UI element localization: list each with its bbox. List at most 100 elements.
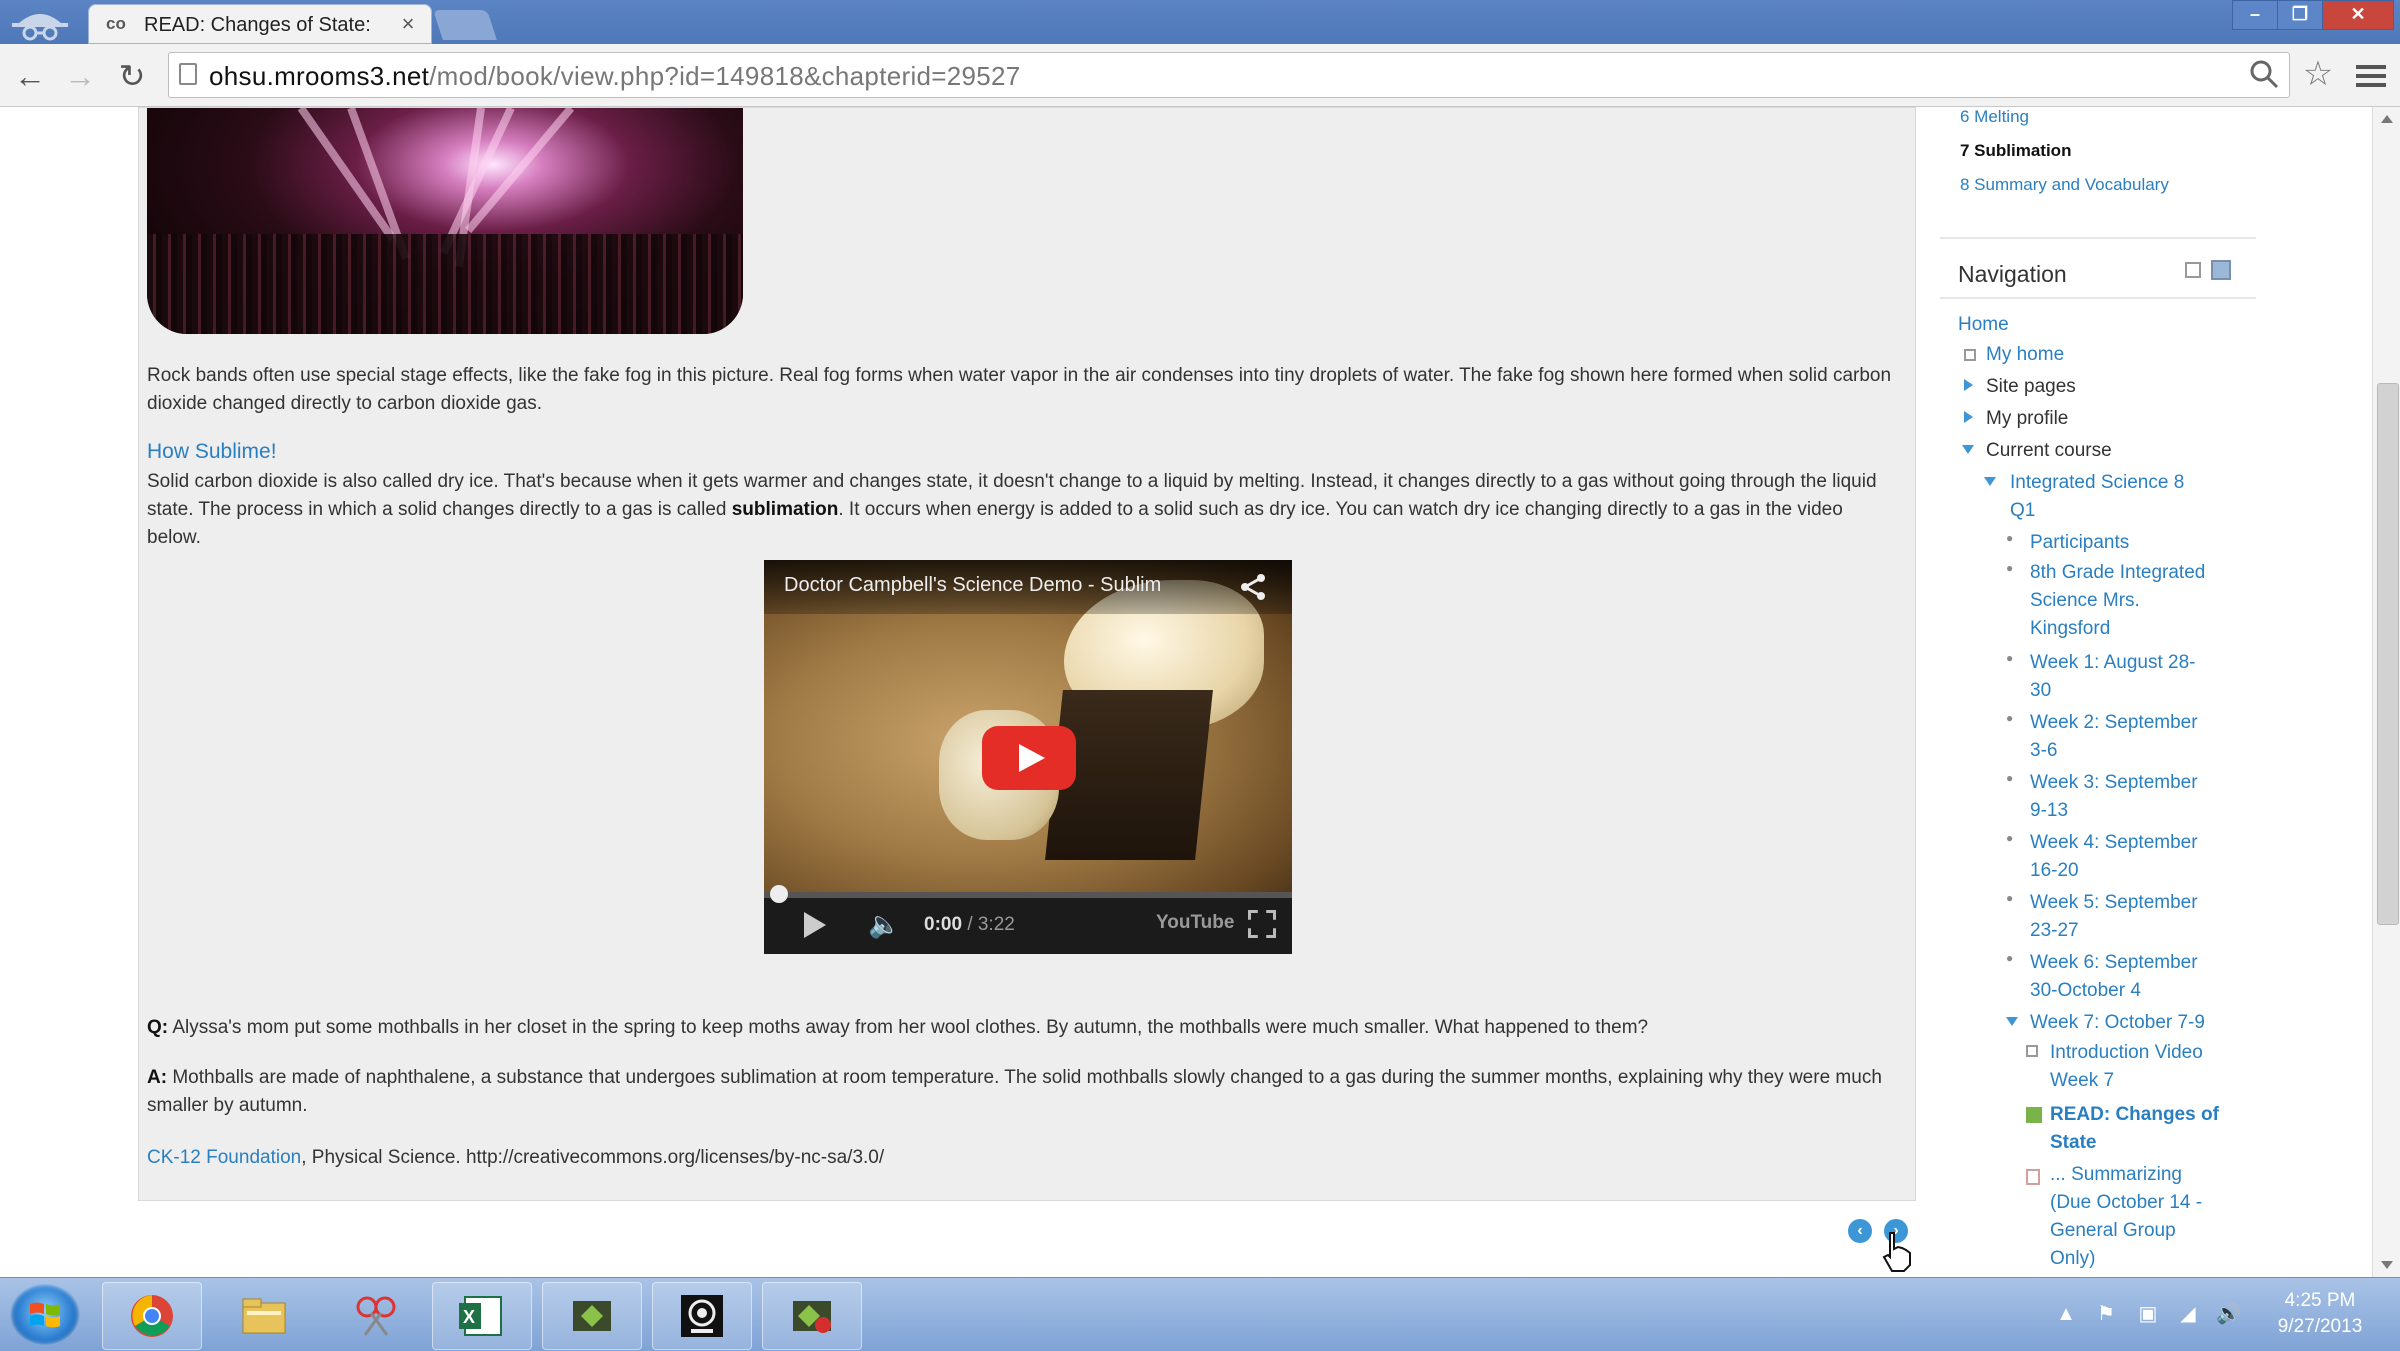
chrome-menu-icon[interactable] [2356, 60, 2386, 90]
nav-intro-video[interactable]: Introduction Video Week 7 [2050, 1039, 2203, 1095]
block-dock-icons[interactable] [2182, 259, 2238, 281]
video-progress-bar[interactable] [764, 885, 1292, 903]
forward-arrow-icon[interactable]: → [60, 56, 100, 96]
nav-current-course[interactable]: Current course [1986, 437, 2112, 465]
ck12-link[interactable]: CK-12 Foundation [147, 1147, 301, 1168]
address-bar[interactable]: ohsu.mrooms3.net/mod/book/view.php?id=14… [168, 52, 2290, 98]
browser-title-bar: co READ: Changes of State: 5 × – ❐ ✕ [0, 0, 2400, 44]
tab-read-changes-of-state[interactable]: co READ: Changes of State: 5 × [88, 4, 432, 44]
answer-text: A: Mothballs are made of naphthalene, a … [147, 1067, 1882, 1116]
video-time: 0:00 / 3:22 [924, 914, 1015, 935]
assignment-icon [2026, 1169, 2040, 1185]
toc-item-summary[interactable]: 8 Summary and Vocabulary [1960, 175, 2169, 195]
tab-title: READ: Changes of State: 5 [144, 14, 374, 36]
nav-read-changes-of-state[interactable]: READ: Changes of State [2050, 1101, 2219, 1157]
incognito-icon [12, 14, 68, 41]
nav-week-7[interactable]: Week 7: October 7-9 [2030, 1009, 2205, 1037]
paragraph-dry-ice: Solid carbon dioxide is also called dry … [147, 471, 1877, 548]
video-resource-icon [2026, 1045, 2038, 1057]
nav-site-pages[interactable]: Site pages [1986, 373, 2076, 401]
youtube-logo[interactable]: YouTube [1156, 912, 1234, 938]
book-icon [2026, 1107, 2042, 1123]
taskbar-snipping-tool[interactable] [326, 1282, 426, 1350]
nav-home[interactable]: Home [1958, 311, 2009, 339]
expand-arrow-icon[interactable] [1964, 379, 1973, 391]
book-content: Rock bands often use special stage effec… [138, 107, 1916, 1201]
taskbar-excel[interactable]: X [432, 1282, 532, 1350]
navigation-block: Navigation Home My home Site pages My pr… [1940, 237, 2256, 1269]
collapse-arrow-icon[interactable] [1984, 477, 1996, 486]
speaker-icon[interactable]: 🔊 [2216, 1302, 2241, 1326]
network-signal-icon[interactable]: ◢ [2176, 1302, 2200, 1326]
youtube-video-player[interactable]: Doctor Campbell's Science Demo - Sublim … [764, 560, 1292, 954]
toc-item-sublimation: 7 Sublimation [1960, 141, 2072, 160]
video-title-bar: Doctor Campbell's Science Demo - Sublim [764, 560, 1292, 614]
scroll-thumb[interactable] [2377, 383, 2399, 925]
nav-week-2[interactable]: Week 2: September 3-6 [2030, 709, 2198, 765]
previous-chapter-icon[interactable]: ‹ [1848, 1219, 1872, 1243]
taskbar-clock[interactable]: 4:25 PM 9/27/2013 [2260, 1288, 2380, 1340]
system-tray: ▲ ⚑ ▣ ◢ 🔊 4:25 PM 9/27/2013 [2040, 1278, 2400, 1351]
nav-participants[interactable]: Participants [2030, 529, 2129, 557]
scissors-icon [356, 1296, 396, 1336]
tab-close-icon[interactable]: × [396, 10, 420, 38]
hand-cursor-icon [1882, 1232, 1911, 1272]
taskbar-app-green[interactable] [542, 1282, 642, 1350]
svg-text:X: X [463, 1307, 475, 1327]
paragraph-fog: Rock bands often use special stage effec… [147, 365, 1892, 414]
nav-my-profile[interactable]: My profile [1986, 405, 2068, 433]
collapse-arrow-icon[interactable] [1962, 445, 1974, 454]
browser-toolbar: ← → ↻ ohsu.mrooms3.net/mod/book/view.php… [0, 44, 2400, 107]
search-icon[interactable] [2249, 59, 2279, 89]
video-title[interactable]: Doctor Campbell's Science Demo - Sublim [784, 574, 1224, 600]
toc-item-melting[interactable]: 6 Melting [1960, 107, 2029, 127]
reload-icon[interactable]: ↻ [112, 56, 152, 96]
show-hidden-icons-icon[interactable]: ▲ [2054, 1302, 2078, 1326]
heading-how-sublime[interactable]: How Sublime! [147, 440, 277, 464]
new-tab-button[interactable] [433, 10, 497, 40]
start-button[interactable] [10, 1284, 80, 1346]
folder-icon [242, 1298, 286, 1334]
maximize-button[interactable]: ❐ [2277, 0, 2323, 30]
play-button-icon[interactable] [982, 726, 1076, 790]
collapse-arrow-icon[interactable] [2006, 1017, 2018, 1026]
nav-my-home[interactable]: My home [1986, 341, 2064, 369]
nav-8th-grade-section[interactable]: 8th Grade Integrated Science Mrs. Kingsfor… [2030, 559, 2205, 643]
action-center-flag-icon[interactable]: ⚑ [2094, 1302, 2118, 1326]
chrome-icon [131, 1295, 173, 1337]
credit-line: CK-12 Foundation, Physical Science. http… [147, 1147, 885, 1168]
share-icon[interactable] [1238, 572, 1268, 602]
bookmark-star-icon[interactable]: ☆ [2300, 56, 2336, 92]
nav-week-4[interactable]: Week 4: September 16-20 [2030, 829, 2198, 885]
device-icon[interactable]: ▣ [2136, 1302, 2160, 1326]
minimize-button[interactable]: – [2232, 0, 2278, 30]
taskbar-chrome[interactable] [102, 1282, 202, 1350]
home-square-icon [1964, 349, 1976, 361]
nav-week-6[interactable]: Week 6: September 30-October 4 [2030, 949, 2198, 1005]
page-scrollbar[interactable] [2372, 107, 2400, 1277]
video-controls: 🔈 0:00 / 3:22 YouTube [764, 885, 1292, 954]
scroll-up-icon[interactable] [2381, 115, 2393, 123]
nav-summarizing-assignment[interactable]: ... Summarizing (Due October 14 - General … [2050, 1161, 2202, 1273]
fullscreen-icon[interactable] [1248, 910, 1276, 938]
app-diamond-icon [573, 1301, 611, 1331]
scroll-down-icon[interactable] [2381, 1261, 2393, 1269]
nav-course-name[interactable]: Integrated Science 8 Q1 [2010, 469, 2184, 525]
page-icon [179, 63, 197, 85]
expand-arrow-icon[interactable] [1964, 411, 1973, 423]
excel-icon: X [459, 1296, 502, 1336]
taskbar-file-explorer[interactable] [214, 1282, 314, 1350]
back-arrow-icon[interactable]: ← [10, 56, 50, 96]
scrub-handle[interactable] [770, 885, 788, 903]
url-text[interactable]: ohsu.mrooms3.net/mod/book/view.php?id=14… [209, 61, 2109, 91]
nav-week-1[interactable]: Week 1: August 28- 30 [2030, 649, 2195, 705]
app-record-icon [793, 1301, 831, 1333]
control-play-icon[interactable] [804, 912, 826, 938]
close-window-button[interactable]: ✕ [2322, 0, 2394, 30]
concert-fog-image [147, 108, 743, 334]
taskbar-webcam[interactable] [652, 1282, 752, 1350]
taskbar-app-record[interactable] [762, 1282, 862, 1350]
nav-week-5[interactable]: Week 5: September 23-27 [2030, 889, 2198, 945]
volume-icon[interactable]: 🔈 [868, 908, 904, 940]
nav-week-3[interactable]: Week 3: September 9-13 [2030, 769, 2198, 825]
